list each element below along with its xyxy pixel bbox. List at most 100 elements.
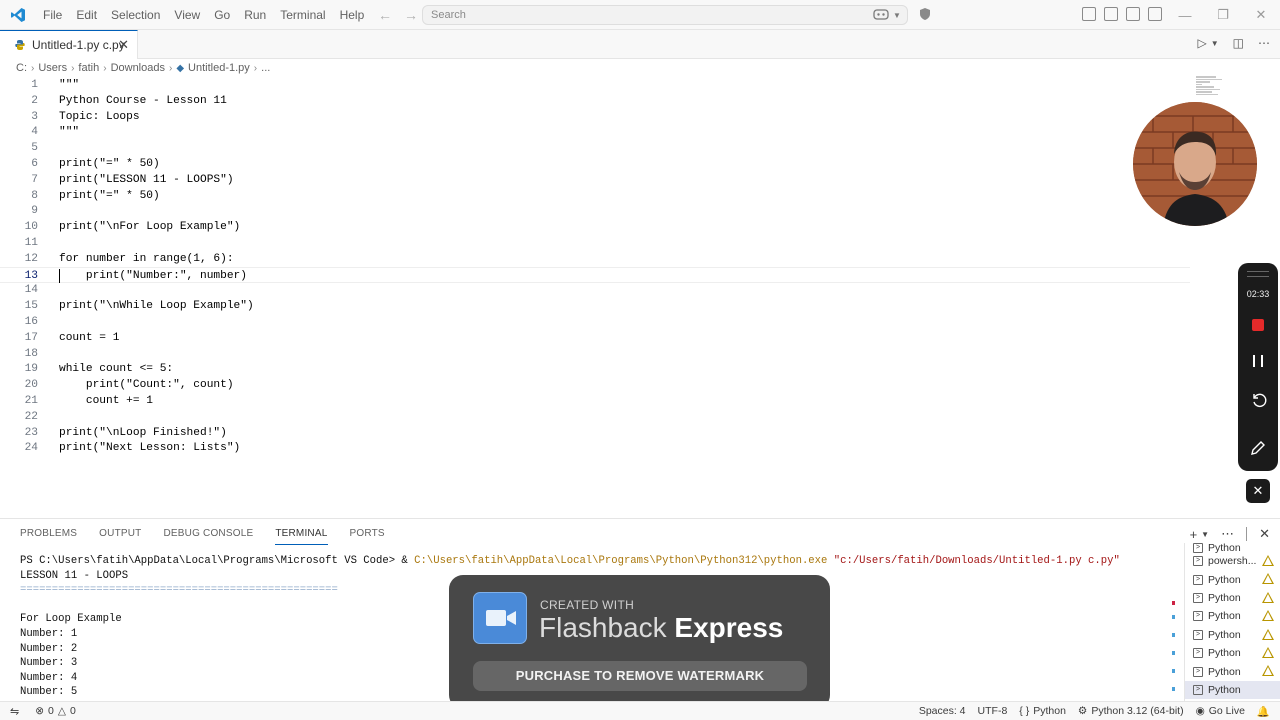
terminal-scrollbar[interactable] <box>1172 553 1176 699</box>
problems-status[interactable]: ⊗ 0 △ 0 <box>35 705 76 717</box>
terminal-command-line: PS C:\Users\fatih\AppData\Local\Programs… <box>20 554 1170 569</box>
code-line[interactable]: 24 print("Next Lesson: Lists") <box>0 440 1190 456</box>
menu-selection[interactable]: Selection <box>104 0 167 30</box>
editor-tab[interactable]: Untitled-1.py c.py ✕ <box>0 30 138 59</box>
breadcrumb-item[interactable]: fatih <box>78 62 99 74</box>
forward-arrow-icon[interactable]: → <box>404 7 418 23</box>
pen-icon[interactable] <box>1248 438 1268 458</box>
code-line[interactable]: 5 <box>0 140 1190 156</box>
toggle-secondary-layout-icon[interactable] <box>1104 7 1118 21</box>
menu-terminal[interactable]: Terminal <box>273 0 332 30</box>
panel-tab-problems[interactable]: PROBLEMS <box>20 527 77 545</box>
code-line[interactable]: 3 Topic: Loops <box>0 109 1190 125</box>
panel-tab-ports[interactable]: PORTS <box>350 527 385 545</box>
code-line[interactable]: 18 <box>0 346 1190 362</box>
stop-recording-icon[interactable] <box>1252 319 1264 331</box>
minimap[interactable] <box>1196 76 1226 102</box>
split-editor-icon[interactable]: ◫ <box>1233 36 1244 50</box>
terminal-instance-label: Python <box>1208 665 1241 678</box>
code-editor[interactable]: 1 """ 2 Python Course - Lesson 11 3 Topic: Lo… <box>0 76 1280 516</box>
toggle-secondary-sidebar-icon[interactable] <box>1148 7 1162 21</box>
breadcrumb-item[interactable]: C: <box>16 62 27 74</box>
close-tab-icon[interactable]: ✕ <box>118 37 129 53</box>
toggle-panel-icon[interactable] <box>1126 7 1140 21</box>
close-window-icon[interactable]: ✕ <box>1242 0 1280 30</box>
interpreter-status[interactable]: ⚙ Python 3.12 (64-bit) <box>1078 705 1184 717</box>
go-live-button[interactable]: ◉ Go Live <box>1196 705 1245 717</box>
panel-tab-terminal[interactable]: TERMINAL <box>275 527 328 545</box>
indentation-status[interactable]: Spaces: 4 <box>919 705 966 717</box>
code-line[interactable]: 22 <box>0 409 1190 425</box>
menu-run[interactable]: Run <box>237 0 273 30</box>
python-file-icon <box>15 40 25 50</box>
menu-file[interactable]: File <box>36 0 69 30</box>
menu-edit[interactable]: Edit <box>69 0 104 30</box>
code-line[interactable]: 20 print("Count:", count) <box>0 377 1190 393</box>
close-recorder-icon[interactable]: ✕ <box>1246 479 1270 503</box>
menu-go[interactable]: Go <box>207 0 237 30</box>
terminal-instance[interactable]: > Python <box>1185 644 1280 662</box>
code-line[interactable]: 14 <box>0 282 1190 298</box>
purchase-button[interactable]: PURCHASE TO REMOVE WATERMARK <box>473 661 807 691</box>
panel-tab-debug-console[interactable]: DEBUG CONSOLE <box>163 527 253 545</box>
restore-icon[interactable]: ❐ <box>1204 0 1242 30</box>
breadcrumb-item[interactable]: ... <box>261 62 270 74</box>
code-line[interactable]: 7 print("LESSON 11 - LOOPS") <box>0 172 1190 188</box>
terminal-instance[interactable]: > Python <box>1185 626 1280 644</box>
terminal-instance[interactable]: > Python <box>1185 662 1280 680</box>
copilot-button[interactable]: ▼ <box>866 6 908 24</box>
chevron-down-icon[interactable]: ▼ <box>1201 530 1209 539</box>
code-line[interactable]: 19 while count <= 5: <box>0 361 1190 377</box>
breadcrumb-item[interactable]: Users <box>38 62 67 74</box>
minimize-icon[interactable]: — <box>1166 0 1204 30</box>
code-line[interactable]: 4 """ <box>0 124 1190 140</box>
breadcrumb-item[interactable]: Untitled-1.py <box>188 62 250 74</box>
code-line[interactable]: 23 print("\nLoop Finished!") <box>0 425 1190 441</box>
code-line[interactable]: 8 print("=" * 50) <box>0 188 1190 204</box>
code-line[interactable]: 11 <box>0 235 1190 251</box>
code-line[interactable]: 12 for number in range(1, 6): <box>0 251 1190 267</box>
more-actions-icon[interactable]: ⋯ <box>1258 36 1270 50</box>
code-line[interactable]: 1 """ <box>0 77 1190 93</box>
more-actions-icon[interactable]: ⋯ <box>1221 526 1234 542</box>
remote-icon[interactable]: ⇋ <box>10 705 19 718</box>
encoding-status[interactable]: UTF-8 <box>978 705 1008 717</box>
breadcrumb-item[interactable]: Downloads <box>111 62 165 74</box>
back-arrow-icon[interactable]: ← <box>378 7 392 23</box>
code-text: while count <= 5: <box>59 363 174 376</box>
terminal-instance[interactable]: > Python <box>1185 680 1280 700</box>
terminal-script-arg: "c:/Users/fatih/Downloads/Untitled-1.py … <box>833 555 1120 567</box>
panel-tab-output[interactable]: OUTPUT <box>99 527 141 545</box>
code-line[interactable]: 9 <box>0 203 1190 219</box>
code-line[interactable]: 13 print("Number:", number) <box>0 266 1190 283</box>
flashback-watermark: CREATED WITH Flashback Express PURCHASE … <box>449 575 830 709</box>
terminal-instance[interactable]: > Python <box>1185 607 1280 625</box>
copilot-icon <box>873 9 889 20</box>
language-status[interactable]: { } Python <box>1019 705 1066 717</box>
menu-help[interactable]: Help <box>333 0 372 30</box>
code-line[interactable]: 10 print("\nFor Loop Example") <box>0 219 1190 235</box>
search-input[interactable]: Search <box>422 5 908 25</box>
menu-view[interactable]: View <box>167 0 207 30</box>
terminal-instance[interactable]: > Python <box>1185 543 1280 554</box>
pause-icon[interactable] <box>1253 355 1263 367</box>
drag-handle-icon[interactable] <box>1247 271 1269 277</box>
code-line[interactable]: 6 print("=" * 50) <box>0 156 1190 172</box>
chevron-down-icon[interactable]: ▼ <box>1211 39 1219 48</box>
code-line[interactable]: 2 Python Course - Lesson 11 <box>0 93 1190 109</box>
terminal-instance[interactable]: > Python <box>1185 589 1280 607</box>
close-panel-icon[interactable]: ✕ <box>1259 526 1270 542</box>
undo-icon[interactable] <box>1248 389 1268 409</box>
code-line[interactable]: 16 <box>0 314 1190 330</box>
accounts-shield-icon[interactable] <box>918 7 934 23</box>
new-terminal-icon[interactable]: + <box>1190 527 1198 542</box>
toggle-primary-sidebar-icon[interactable] <box>1082 7 1096 21</box>
webcam-overlay <box>1133 102 1257 226</box>
terminal-instance[interactable]: > Python <box>1185 570 1280 588</box>
terminal-instance[interactable]: > powersh... <box>1185 552 1280 570</box>
code-line[interactable]: 17 count = 1 <box>0 330 1190 346</box>
code-line[interactable]: 15 print("\nWhile Loop Example") <box>0 298 1190 314</box>
run-icon[interactable]: ▷ <box>1198 36 1207 50</box>
notifications-icon[interactable]: 🔔 <box>1257 705 1270 718</box>
code-line[interactable]: 21 count += 1 <box>0 393 1190 409</box>
